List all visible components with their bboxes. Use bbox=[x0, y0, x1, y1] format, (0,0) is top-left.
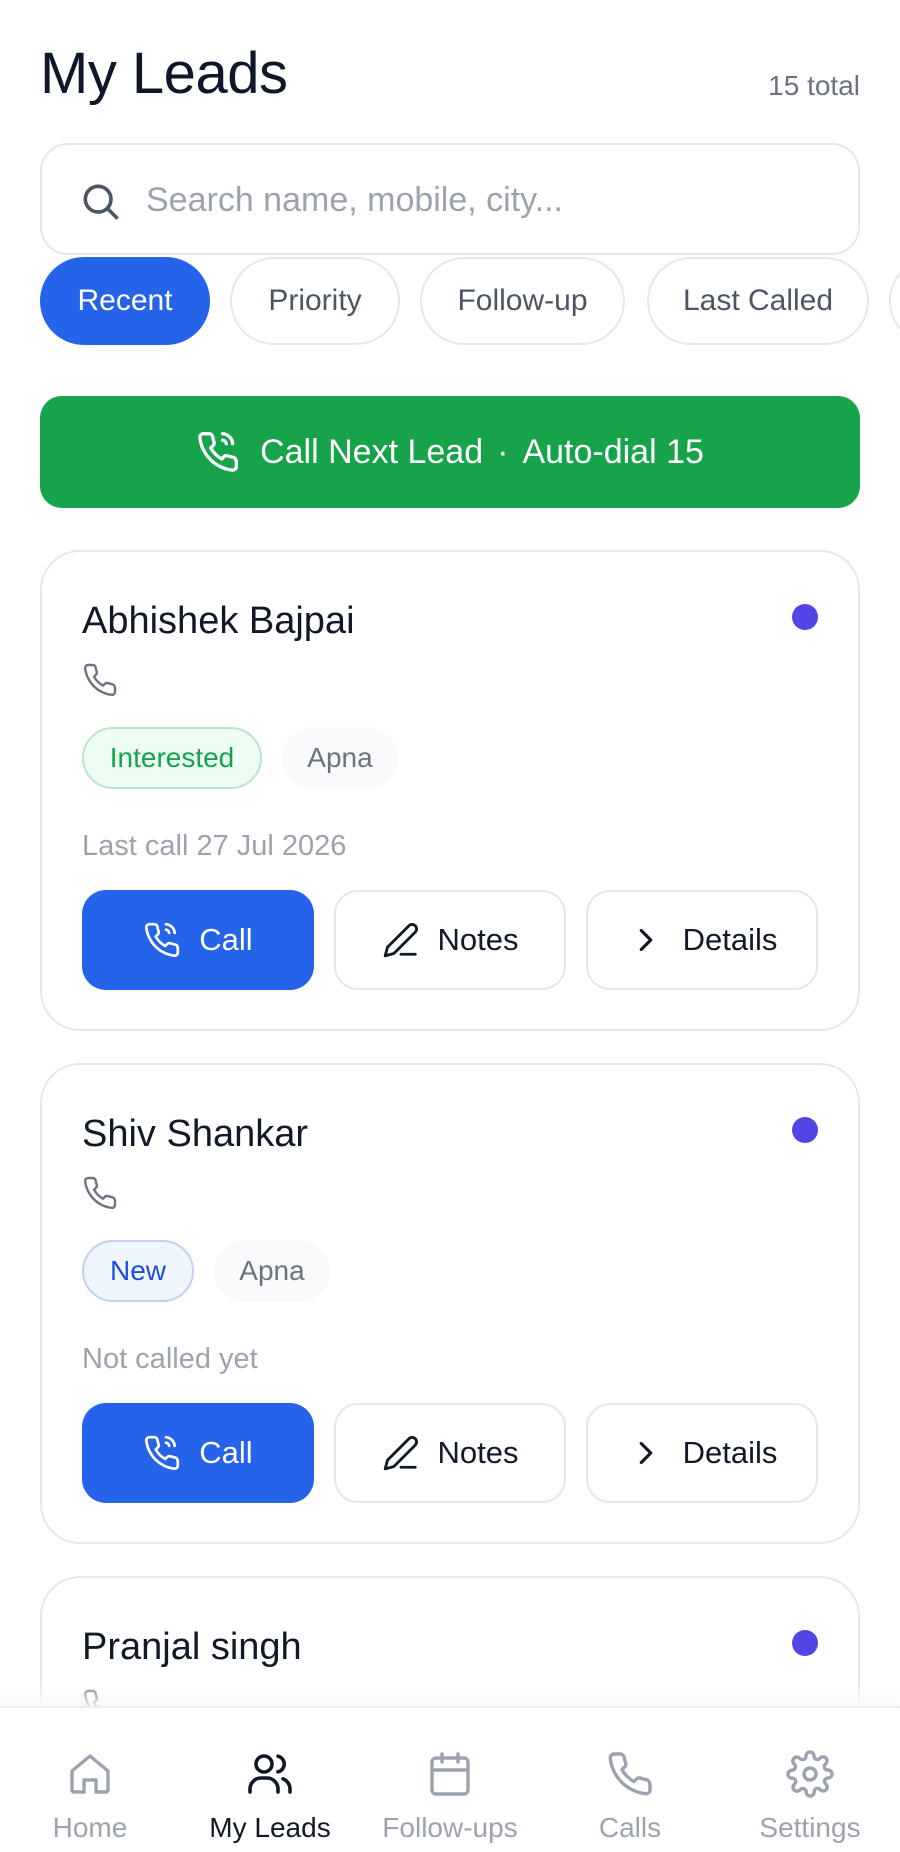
page-title: My Leads bbox=[40, 41, 288, 106]
phone-call-icon bbox=[145, 1435, 180, 1471]
source-badge: Apna bbox=[282, 727, 398, 789]
call-next-lead-button[interactable]: Call Next Lead · Auto-dial 15 bbox=[40, 396, 860, 508]
phone-icon bbox=[83, 663, 117, 697]
lead-name: Abhishek Bajpai bbox=[82, 600, 355, 642]
nav-calls[interactable]: Calls bbox=[540, 1708, 720, 1852]
chevron-right-icon bbox=[639, 928, 652, 952]
cta-separator: · bbox=[497, 432, 509, 471]
search-icon bbox=[83, 184, 119, 220]
notes-label: Notes bbox=[437, 1435, 519, 1470]
phone-icon bbox=[608, 1752, 652, 1796]
chevron-right-icon bbox=[639, 1441, 652, 1465]
filter-follow-up[interactable]: Follow-up bbox=[420, 257, 625, 345]
notes-button[interactable]: Notes bbox=[334, 1403, 566, 1503]
nav-calls-label: Calls bbox=[598, 1812, 662, 1843]
lead-name: Pranjal singh bbox=[82, 1626, 302, 1668]
phone-call-icon bbox=[198, 432, 239, 472]
details-label: Details bbox=[682, 1435, 778, 1470]
unread-indicator bbox=[792, 1117, 818, 1143]
filter-priority[interactable]: Priority bbox=[230, 257, 400, 345]
notes-label: Notes bbox=[437, 922, 519, 957]
nav-follow-ups[interactable]: Follow-ups bbox=[360, 1708, 540, 1852]
last-call-text: Not called yet bbox=[82, 1343, 258, 1375]
phone-call-icon bbox=[145, 922, 180, 958]
gear-icon bbox=[786, 1750, 834, 1798]
details-label: Details bbox=[682, 922, 778, 957]
filter-recent[interactable]: Recent bbox=[40, 257, 210, 345]
call-button[interactable]: Call bbox=[82, 890, 314, 990]
bottom-nav: Home My Leads Follow-ups Calls Settings bbox=[0, 1706, 900, 1852]
total-count: 15 total bbox=[768, 70, 860, 101]
nav-home[interactable]: Home bbox=[0, 1708, 180, 1852]
pencil-icon bbox=[383, 1436, 418, 1471]
filter-last-called[interactable]: Last Called bbox=[647, 257, 869, 345]
call-button[interactable]: Call bbox=[82, 1403, 314, 1503]
source-badge: Apna bbox=[214, 1240, 330, 1302]
details-button[interactable]: Details bbox=[586, 1403, 818, 1503]
cta-label: Call Next Lead bbox=[260, 432, 484, 471]
unread-indicator bbox=[792, 1630, 818, 1656]
nav-my-leads[interactable]: My Leads bbox=[180, 1708, 360, 1852]
last-call-text: Last call 27 Jul 2026 bbox=[82, 830, 347, 862]
nav-my-leads-label: My Leads bbox=[209, 1812, 331, 1843]
lead-name: Shiv Shankar bbox=[82, 1113, 309, 1155]
notes-button[interactable]: Notes bbox=[334, 890, 566, 990]
nav-home-label: Home bbox=[52, 1812, 128, 1843]
call-label: Call bbox=[199, 922, 253, 957]
filter-chips: Recent Priority Follow-up Last Called bbox=[40, 257, 900, 347]
unread-indicator bbox=[792, 604, 818, 630]
call-label: Call bbox=[199, 1435, 253, 1470]
nav-settings-label: Settings bbox=[759, 1812, 861, 1843]
search-input[interactable] bbox=[146, 165, 826, 235]
phone-icon bbox=[83, 1176, 117, 1210]
nav-settings[interactable]: Settings bbox=[720, 1708, 900, 1852]
page-header: My Leads 15 total bbox=[40, 40, 860, 120]
filter-more[interactable] bbox=[889, 257, 900, 345]
cta-auto-dial: Auto-dial 15 bbox=[522, 432, 704, 471]
status-badge: New bbox=[82, 1240, 194, 1302]
lead-card[interactable]: Abhishek Bajpai Interested Apna Last cal… bbox=[40, 550, 860, 1031]
users-icon bbox=[248, 1754, 292, 1794]
pencil-icon bbox=[383, 923, 418, 958]
home-icon bbox=[70, 1754, 110, 1794]
status-badge: Interested bbox=[82, 727, 262, 789]
search-bar[interactable] bbox=[40, 143, 860, 255]
lead-card[interactable]: Shiv Shankar New Apna Not called yet Cal… bbox=[40, 1063, 860, 1544]
details-button[interactable]: Details bbox=[586, 890, 818, 990]
nav-follow-ups-label: Follow-ups bbox=[382, 1812, 518, 1843]
calendar-icon bbox=[430, 1752, 470, 1796]
